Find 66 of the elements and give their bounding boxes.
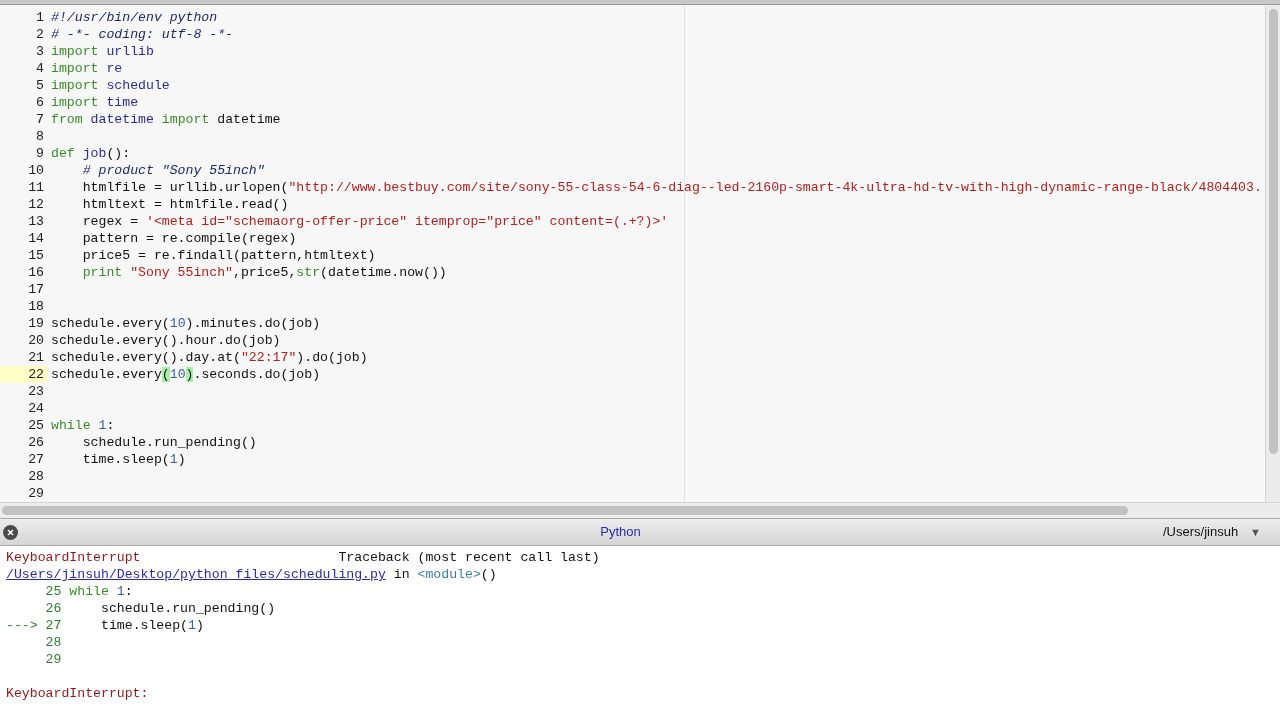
code-line: pattern = re.compile(regex) <box>81 230 298 247</box>
console-line: 29 <box>44 651 63 668</box>
code-line: schedule.every().hour.do(job) <box>51 332 282 349</box>
line-number: 13 <box>27 213 45 230</box>
console-line: /Users/jinsuh/Desktop/python files/scheduling.py in <module>() <box>6 566 498 583</box>
line-number: 1 <box>35 9 45 26</box>
vertical-scrollbar[interactable] <box>1265 5 1280 502</box>
line-number: 22 <box>0 366 47 383</box>
code-line: time.sleep(1) <box>81 451 187 468</box>
line-number: 17 <box>27 281 45 298</box>
console-line: 26 schedule.run_pending() <box>44 600 277 617</box>
code-line: schedule.run_pending() <box>81 434 258 451</box>
code-line: schedule.every(10).seconds.do(job) <box>51 366 322 383</box>
line-number: 11 <box>27 179 45 196</box>
code-line: import time <box>51 94 140 111</box>
code-line: # -*- coding: utf-8 -*- <box>51 26 235 43</box>
code-line: from datetime import datetime <box>51 111 282 128</box>
line-number: 29 <box>27 485 45 502</box>
console-line: 28 <box>44 634 63 651</box>
line-number: 21 <box>27 349 45 366</box>
code-line: #!/usr/bin/env python <box>51 9 219 26</box>
code-line: regex = '<meta id="schemaorg-offer-price" itemprop="price" content=(.+?)>' <box>81 213 670 230</box>
line-number: 3 <box>35 43 45 60</box>
code-line: print "Sony 55inch",price5,str(datetime.now()) <box>81 264 448 281</box>
line-number: 5 <box>35 77 45 94</box>
working-directory: /Users/jinsuh <box>1162 523 1239 542</box>
line-number: 25 <box>27 417 45 434</box>
horizontal-scrollbar[interactable] <box>0 502 1280 518</box>
close-button[interactable] <box>3 524 18 540</box>
line-number: 4 <box>35 60 45 77</box>
code-line: price5 = re.findall(pattern,htmltext) <box>81 247 377 264</box>
code-line: schedule.every(10).minutes.do(job) <box>51 315 322 332</box>
console-line: KeyboardInterrupt: <box>6 685 150 702</box>
console-title: Python <box>600 523 641 542</box>
console-line: ---> 27 time.sleep(1) <box>6 617 205 634</box>
line-number: 14 <box>27 230 45 247</box>
code-line: import urllib <box>51 43 155 60</box>
directory-menu-toggle[interactable]: ▼ <box>1250 523 1261 541</box>
line-number: 23 <box>27 383 45 400</box>
line-number: 24 <box>27 400 45 417</box>
code-line: schedule.every().day.at("22:17").do(job) <box>51 349 369 366</box>
code-line: def job(): <box>51 145 132 162</box>
close-icon <box>7 528 14 536</box>
line-number: 27 <box>27 451 45 468</box>
line-number: 18 <box>27 298 45 315</box>
code-line: import schedule <box>51 77 171 94</box>
line-number: 7 <box>35 111 45 128</box>
console-line: 25 while 1: <box>44 583 134 600</box>
line-number: 26 <box>27 434 45 451</box>
line-number: 16 <box>27 264 45 281</box>
code-line: # product "Sony 55inch" <box>81 162 266 179</box>
console-line: KeyboardInterrupt Traceback (most recent call last) <box>6 549 601 566</box>
code-line: htmltext = htmlfile.read() <box>81 196 290 213</box>
line-number: 9 <box>35 145 45 162</box>
line-number: 28 <box>27 468 45 485</box>
line-number: 2 <box>35 26 45 43</box>
line-number: 19 <box>27 315 45 332</box>
line-number: 12 <box>27 196 45 213</box>
code-line: htmlfile = urllib.urlopen("http://www.bestbuy.com/site/sony-55-class-54-6-diag--led-2160p-smart-4k-ultra-hd-tv-with-high-dynamic-range-black/4804403. <box>81 179 1262 196</box>
line-number: 15 <box>27 247 45 264</box>
line-number: 20 <box>27 332 45 349</box>
line-number: 8 <box>35 128 45 145</box>
code-line: while 1: <box>51 417 116 434</box>
code-line: import re <box>51 60 124 77</box>
line-number: 6 <box>35 94 45 111</box>
line-number: 10 <box>27 162 45 179</box>
